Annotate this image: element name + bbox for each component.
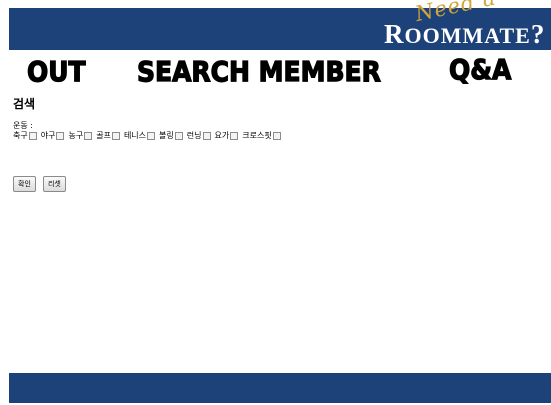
sport-option[interactable]: 골프 xyxy=(96,130,122,141)
sport-option[interactable]: 농구 xyxy=(68,130,94,141)
sport-checkbox[interactable] xyxy=(56,131,65,140)
sport-checkbox[interactable] xyxy=(28,131,37,140)
sport-option[interactable]: 요가 xyxy=(215,130,241,141)
sport-option[interactable]: 야구 xyxy=(41,130,67,141)
reset-button[interactable]: 리셋 xyxy=(42,176,66,192)
sport-checkbox[interactable] xyxy=(147,131,156,140)
nav-search-member-link[interactable]: SEARCH MEMBER xyxy=(136,54,381,88)
sport-checkbox[interactable] xyxy=(174,131,183,140)
sport-checkbox[interactable] xyxy=(84,131,93,140)
sport-option[interactable]: 볼링 xyxy=(159,130,185,141)
site-logo[interactable]: Need a ROOMMATE? xyxy=(376,0,551,50)
sport-option-label: 크로스핏 xyxy=(242,131,272,140)
confirm-button[interactable]: 확인 xyxy=(13,176,36,192)
sport-option-label: 볼링 xyxy=(159,131,174,140)
sport-checkbox-list: 축구 야구 농구 골프 테니스 볼링 런닝 요가 크로스핏 xyxy=(13,130,285,141)
sport-option[interactable]: 테니스 xyxy=(124,130,157,141)
sport-option-label: 테니스 xyxy=(123,131,147,140)
main-nav: OUT SEARCH MEMBER Q&A xyxy=(0,52,551,89)
sport-option-label: 야구 xyxy=(40,131,56,140)
sport-option[interactable]: 런닝 xyxy=(187,130,213,141)
sport-checkbox[interactable] xyxy=(111,131,120,140)
sport-option[interactable]: 크로스핏 xyxy=(242,130,282,141)
sport-option-label: 런닝 xyxy=(186,131,202,140)
sport-option-label: 요가 xyxy=(214,131,230,140)
sport-checkbox[interactable] xyxy=(230,131,239,140)
logo-wordmark: ROOMMATE? xyxy=(384,19,546,49)
nav-out-link[interactable]: OUT xyxy=(26,54,86,88)
sport-option-label: 농구 xyxy=(68,131,84,140)
footer-bar xyxy=(9,373,551,403)
page-title: 검색 xyxy=(13,97,36,111)
sport-option-label: 골프 xyxy=(96,131,111,140)
sport-option[interactable]: 축구 xyxy=(13,130,39,141)
sport-checkbox[interactable] xyxy=(272,131,281,140)
sport-option-label: 축구 xyxy=(13,131,28,140)
form-buttons: 확인 리셋 xyxy=(13,171,68,192)
sport-checkbox[interactable] xyxy=(202,131,211,140)
nav-qa-link[interactable]: Q&A xyxy=(448,52,512,86)
